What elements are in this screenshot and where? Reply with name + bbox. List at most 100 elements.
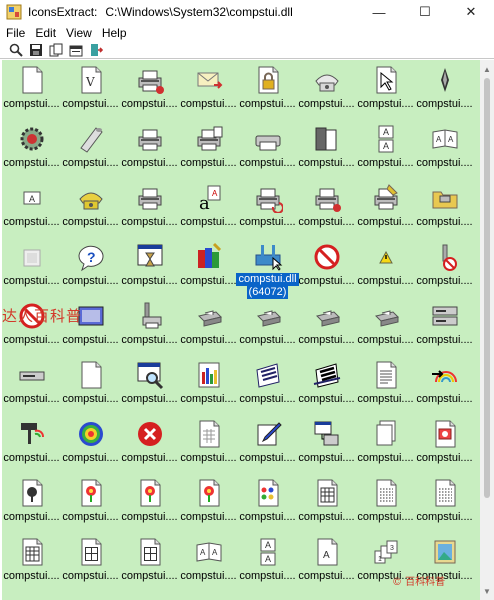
icon-label: compstui.... xyxy=(357,511,414,523)
icon-item[interactable]: compstui.... xyxy=(120,473,179,532)
icon-item[interactable]: compstui.... xyxy=(356,355,415,414)
icon-item[interactable]: A Acompstui.... xyxy=(415,119,474,178)
scroll-thumb[interactable] xyxy=(484,78,490,498)
icon-item[interactable]: compstui.... xyxy=(120,119,179,178)
telephone-yellow-icon xyxy=(75,182,107,214)
icon-item[interactable]: compstui.... xyxy=(415,355,474,414)
scroll-down-arrow-icon[interactable]: ▼ xyxy=(480,584,494,598)
a-paper-icon: A xyxy=(16,182,48,214)
minimize-button[interactable]: — xyxy=(356,0,402,24)
vertical-scrollbar[interactable]: ▲ ▼ xyxy=(480,60,494,600)
icon-item[interactable]: compstui.... xyxy=(179,60,238,119)
icon-item[interactable]: compstui.... xyxy=(61,178,120,237)
tree-print-icon xyxy=(16,477,48,509)
icon-label: compstui.... xyxy=(3,570,60,582)
icon-item[interactable]: compstui.... xyxy=(2,414,61,473)
paper-roll-icon xyxy=(75,123,107,155)
icon-item[interactable]: A Acompstui.... xyxy=(356,119,415,178)
icon-item[interactable]: compstui.... xyxy=(2,532,61,591)
icon-item[interactable]: Vcompstui.... xyxy=(61,60,120,119)
icon-item[interactable]: ? compstui.... xyxy=(61,237,120,296)
maximize-button[interactable]: ☐ xyxy=(402,0,448,24)
menu-file[interactable]: File xyxy=(0,26,30,40)
icon-item[interactable]: compstui.... xyxy=(297,473,356,532)
icon-item[interactable]: compstui.... xyxy=(297,60,356,119)
icon-item[interactable]: compstui.... xyxy=(120,60,179,119)
icon-item[interactable]: compstui.... xyxy=(61,355,120,414)
icon-item[interactable]: compstui.... xyxy=(61,532,120,591)
icon-item[interactable]: Acompstui.... xyxy=(2,178,61,237)
icon-item[interactable]: compstui.... xyxy=(120,178,179,237)
icon-item[interactable]: a Acompstui.... xyxy=(179,178,238,237)
icon-item[interactable]: compstui.... xyxy=(238,119,297,178)
icon-label: compstui.... xyxy=(239,452,296,464)
icon-item[interactable]: compstui.... xyxy=(415,60,474,119)
exit-icon[interactable] xyxy=(88,43,104,57)
icon-item[interactable]: compstui.... xyxy=(120,296,179,355)
svg-text:A: A xyxy=(29,194,35,204)
icon-item[interactable]: compstui.... xyxy=(179,473,238,532)
copy-icon[interactable] xyxy=(48,43,64,57)
icon-item[interactable]: compstui.... xyxy=(415,237,474,296)
icon-item[interactable]: compstui.... xyxy=(238,296,297,355)
icon-item[interactable]: A Acompstui.... xyxy=(238,532,297,591)
save-icon[interactable] xyxy=(28,43,44,57)
icon-item[interactable]: compstui.... xyxy=(356,237,415,296)
icon-label: compstui.... xyxy=(239,334,296,346)
icon-item[interactable]: compstui.... xyxy=(356,414,415,473)
icon-label: compstui.... xyxy=(239,98,296,110)
icon-item[interactable]: compstui.... xyxy=(2,237,61,296)
icon-item[interactable]: compstui.... xyxy=(297,355,356,414)
icon-list-view[interactable]: compstui.... Vcompstui.... compstui.... com… xyxy=(2,60,480,600)
icon-item[interactable]: compstui.... xyxy=(238,178,297,237)
icon-item[interactable]: compstui.... xyxy=(120,414,179,473)
properties-icon[interactable] xyxy=(68,43,84,57)
icon-item[interactable]: compstui.... xyxy=(415,473,474,532)
scroll-up-arrow-icon[interactable]: ▲ xyxy=(480,62,494,76)
icon-item[interactable]: compstui.... xyxy=(415,296,474,355)
search-icon[interactable] xyxy=(8,43,24,57)
icon-item[interactable]: compstui.... xyxy=(2,473,61,532)
icon-item[interactable]: compstui.... xyxy=(120,237,179,296)
icon-item[interactable]: compstui.... xyxy=(238,414,297,473)
icon-item[interactable]: compstui.... xyxy=(61,473,120,532)
flower-print-icon xyxy=(134,477,166,509)
icon-item[interactable]: compstui.... xyxy=(297,237,356,296)
icon-item[interactable]: compstui.... xyxy=(297,119,356,178)
icon-item-selected[interactable]: compstui.dll (64072) xyxy=(236,237,299,299)
icon-item[interactable]: compstui.... xyxy=(179,119,238,178)
icon-item[interactable]: compstui.... xyxy=(120,532,179,591)
icon-item[interactable]: compstui.... xyxy=(297,296,356,355)
menu-edit[interactable]: Edit xyxy=(30,26,61,40)
icon-item[interactable]: compstui.... xyxy=(356,60,415,119)
icon-item[interactable]: compstui.... xyxy=(356,178,415,237)
menu-help[interactable]: Help xyxy=(97,26,132,40)
icon-item[interactable]: Acompstui.... xyxy=(297,532,356,591)
icon-item[interactable]: compstui.... xyxy=(415,414,474,473)
close-button[interactable]: ✕ xyxy=(448,0,494,24)
menu-view[interactable]: View xyxy=(61,26,97,40)
icon-item[interactable]: A Acompstui.... xyxy=(179,532,238,591)
icon-item[interactable]: compstui.... xyxy=(2,60,61,119)
icon-item[interactable]: compstui.... xyxy=(2,355,61,414)
icon-item[interactable]: compstui.... xyxy=(356,473,415,532)
icon-item[interactable]: compstui.... xyxy=(120,355,179,414)
icon-item[interactable]: compstui.... xyxy=(61,119,120,178)
icon-item[interactable]: compstui.... xyxy=(238,60,297,119)
icon-item[interactable]: compstui.... xyxy=(238,473,297,532)
icon-item[interactable]: compstui.... xyxy=(179,237,238,296)
icon-item[interactable]: compstui.... xyxy=(356,296,415,355)
grid-page-icon xyxy=(311,477,343,509)
svg-text:A: A xyxy=(212,189,218,198)
icon-item[interactable]: compstui.... xyxy=(179,296,238,355)
icon-item[interactable]: compstui.... xyxy=(179,355,238,414)
icon-item[interactable]: compstui.... xyxy=(2,119,61,178)
icon-item[interactable]: compstui.... xyxy=(297,178,356,237)
icon-item[interactable]: compstui.... xyxy=(61,414,120,473)
grid-page-icon xyxy=(16,536,48,568)
icon-item[interactable]: compstui.... xyxy=(179,414,238,473)
svg-text:A: A xyxy=(383,141,389,151)
icon-item[interactable]: compstui.... xyxy=(238,355,297,414)
icon-item[interactable]: compstui.... xyxy=(297,414,356,473)
icon-item[interactable]: compstui.... xyxy=(415,178,474,237)
